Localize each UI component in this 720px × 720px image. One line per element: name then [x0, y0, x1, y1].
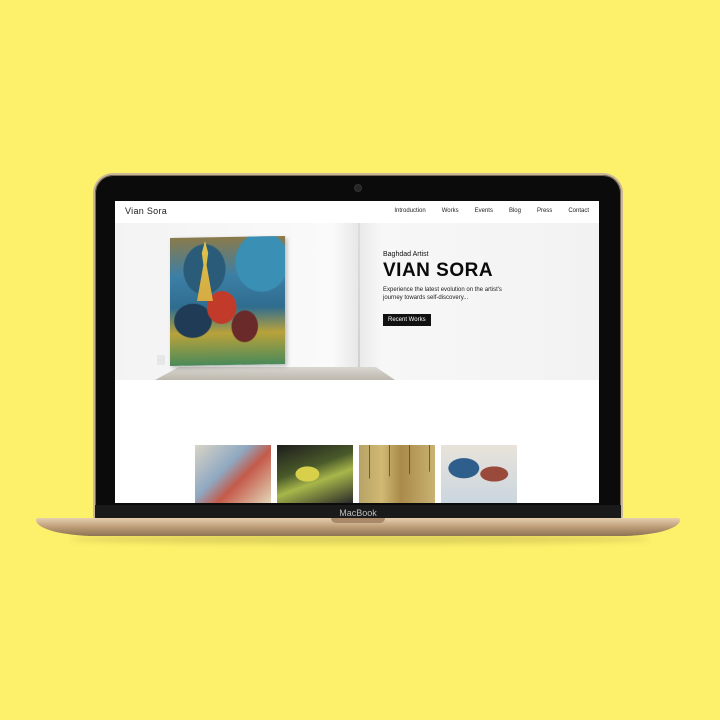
site-logo[interactable]: Vian Sora — [125, 206, 167, 216]
gallery-thumb[interactable] — [441, 445, 517, 503]
works-gallery — [195, 445, 517, 503]
hero-description: Experience the latest evolution on the a… — [383, 287, 502, 301]
gallery-thumb[interactable] — [277, 445, 353, 503]
hero-section: Baghdad Artist VIAN SORA Experience the … — [115, 223, 599, 380]
laptop-base — [36, 518, 680, 536]
camera-icon — [355, 185, 361, 191]
laptop-screen: Vian Sora Introduction Works Events Blog… — [115, 201, 599, 503]
hero-title: VIAN SORA — [383, 260, 494, 281]
gallery-thumb[interactable] — [195, 445, 271, 503]
hero-text-block: Baghdad Artist VIAN SORA Experience the … — [383, 251, 583, 326]
painting-caption-plate — [157, 355, 165, 365]
laptop-lid: Vian Sora Introduction Works Events Blog… — [95, 175, 621, 521]
nav-works[interactable]: Works — [442, 208, 459, 214]
recent-works-button[interactable]: Recent Works — [383, 314, 431, 326]
site-navbar: Vian Sora Introduction Works Events Blog… — [115, 201, 599, 224]
nav-events[interactable]: Events — [475, 208, 493, 214]
gallery-thumb[interactable] — [359, 445, 435, 503]
hero-painting — [170, 235, 285, 367]
hero-subtitle: Baghdad Artist — [383, 251, 429, 258]
nav-contact[interactable]: Contact — [568, 208, 589, 214]
nav-introduction[interactable]: Introduction — [394, 208, 425, 214]
drip-texture — [359, 445, 435, 480]
gallery-floor — [155, 367, 395, 380]
nav-blog[interactable]: Blog — [509, 208, 521, 214]
base-notch — [331, 518, 385, 523]
nav-press[interactable]: Press — [537, 208, 552, 214]
wall-corner — [358, 223, 360, 380]
nav-menu: Introduction Works Events Blog Press Con… — [394, 208, 589, 214]
